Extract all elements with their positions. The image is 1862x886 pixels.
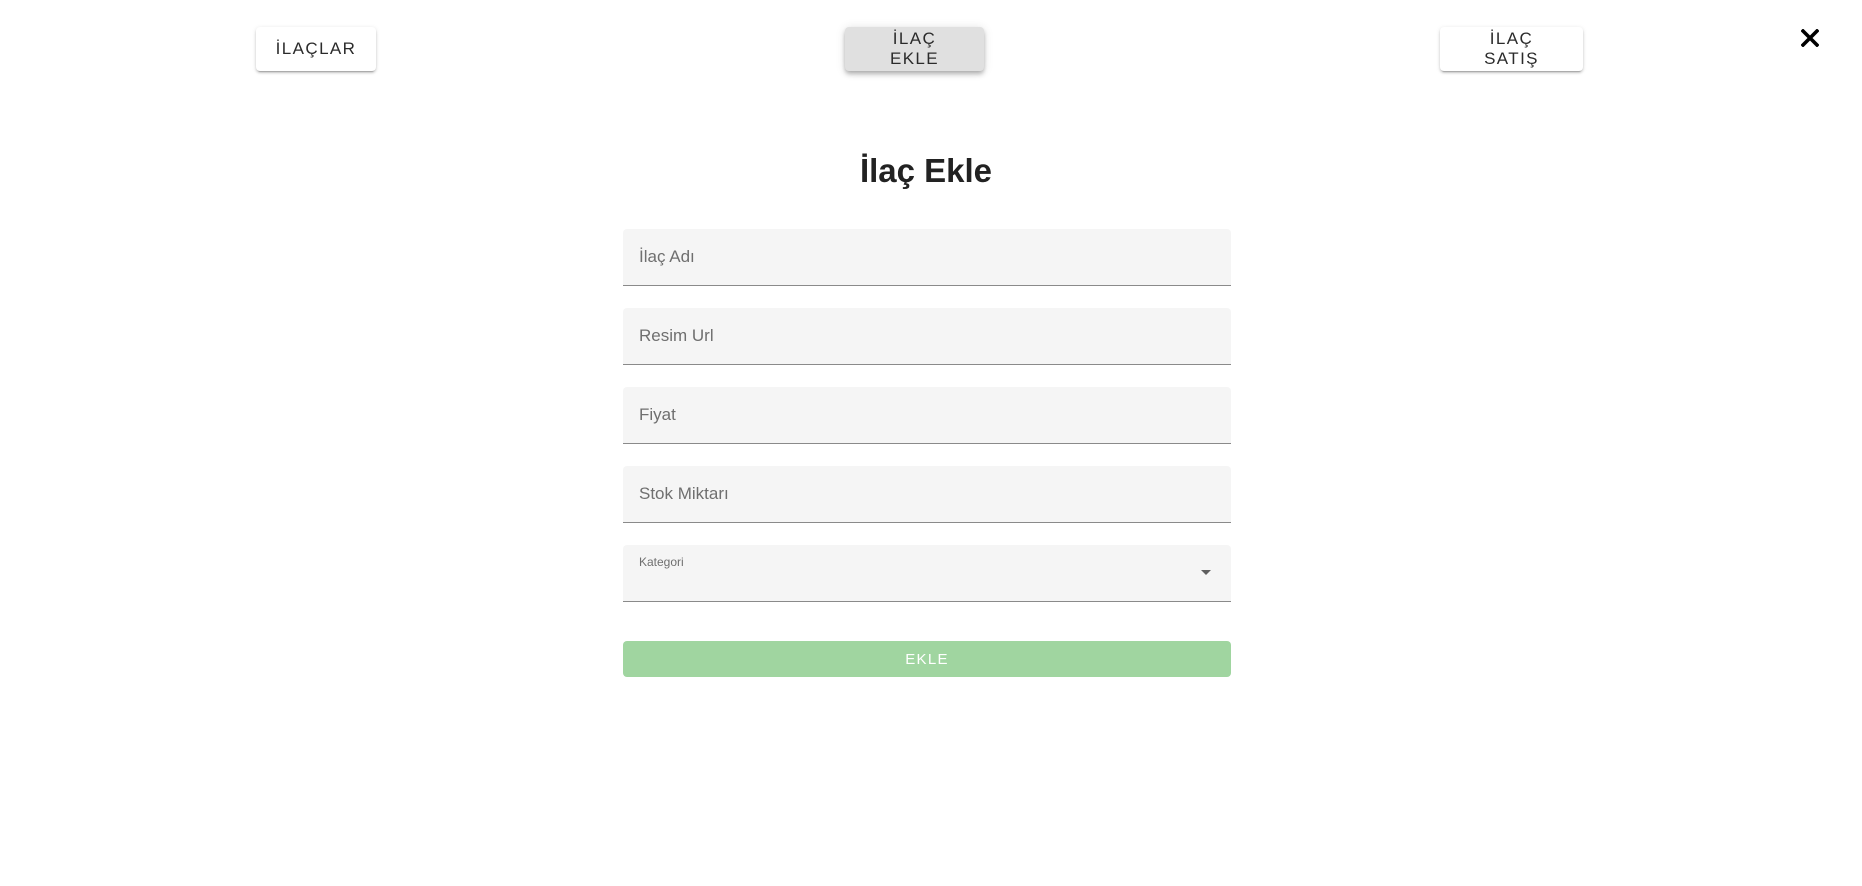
resim-url-input[interactable]: [623, 308, 1231, 364]
page: İLAÇLAR İLAÇ EKLE İLAÇ SATIŞ İlaç Ekle K…: [0, 0, 1862, 886]
nav-button-ilaclar[interactable]: İLAÇLAR: [256, 27, 376, 71]
arrow-drop-down-icon: [1201, 570, 1211, 575]
kategori-select[interactable]: Kategori: [623, 545, 1231, 602]
nav-button-ilac-ekle[interactable]: İLAÇ EKLE: [845, 27, 984, 71]
ilac-adi-input[interactable]: [623, 229, 1231, 285]
fiyat-field: [623, 387, 1231, 444]
stok-miktari-field: [623, 466, 1231, 523]
form-title: İlaç Ekle: [859, 152, 993, 189]
close-icon: [1801, 29, 1819, 47]
kategori-label: Kategori: [639, 555, 684, 569]
fiyat-input[interactable]: [623, 387, 1231, 443]
nav-button-ilac-satis[interactable]: İLAÇ SATIŞ: [1440, 27, 1583, 71]
ekle-button[interactable]: EKLE: [623, 641, 1231, 677]
resim-url-field: [623, 308, 1231, 365]
close-button[interactable]: [1798, 26, 1822, 50]
stok-miktari-input[interactable]: [623, 466, 1231, 522]
ilac-adi-field: [623, 229, 1231, 286]
